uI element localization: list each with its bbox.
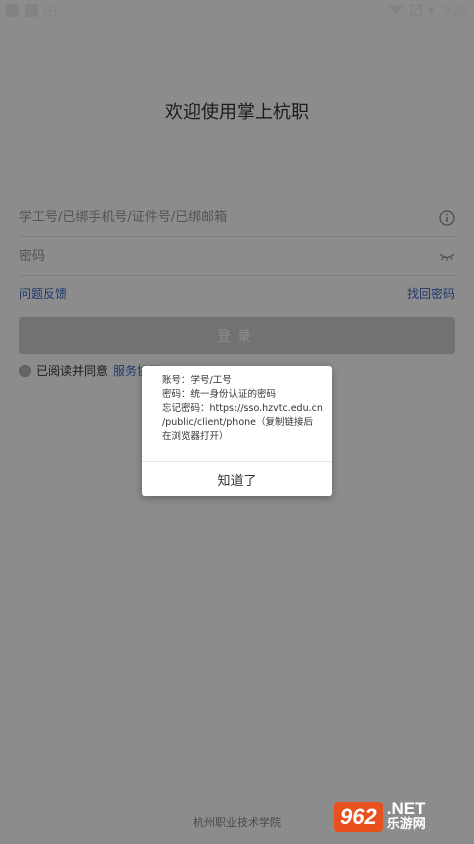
info-dialog: 账号：学号/工号 密码：统一身份认证的密码 忘记密码：https://sso.h… xyxy=(142,366,332,496)
dialog-line-forgot-end: 在浏览器打开） xyxy=(162,431,229,442)
dialog-line-account: 账号：学号/工号 xyxy=(162,375,232,386)
dialog-confirm-button[interactable]: 知道了 xyxy=(142,462,332,496)
dialog-body: 账号：学号/工号 密码：统一身份认证的密码 忘记密码：https://sso.h… xyxy=(142,366,332,462)
watermark-logo: 962 xyxy=(334,802,383,832)
dialog-line-forgot-cont: /public/client/phone（复制链接后 xyxy=(162,417,314,428)
watermark-net: .NET xyxy=(386,799,426,818)
watermark: 962 .NET 乐游网 xyxy=(334,794,468,840)
dialog-line-forgot: 忘记密码：https://sso.hzvtc.edu.cn xyxy=(162,403,323,414)
watermark-cn: 乐游网 xyxy=(386,817,426,832)
dialog-line-password: 密码：统一身份认证的密码 xyxy=(162,389,277,400)
watermark-text: .NET 乐游网 xyxy=(386,799,426,833)
